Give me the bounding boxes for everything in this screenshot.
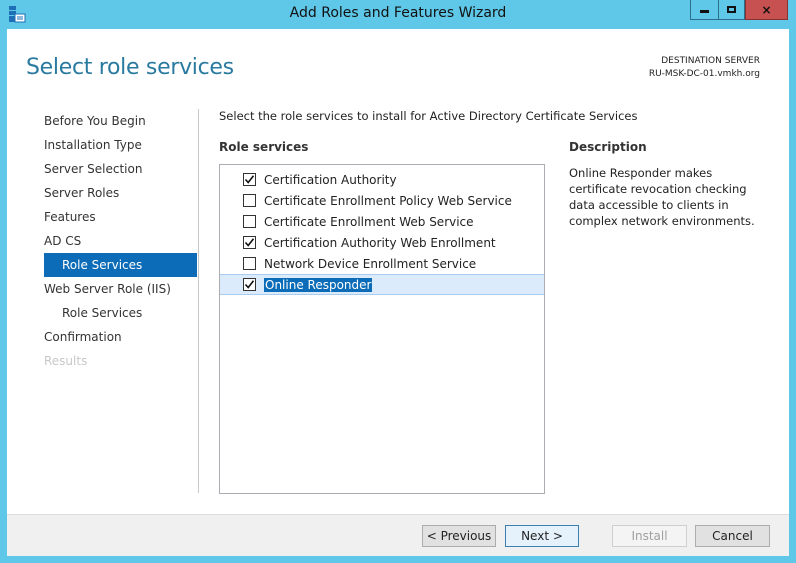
- minimize-icon: [700, 10, 709, 13]
- install-button[interactable]: Install: [612, 525, 687, 547]
- nav-item-before-you-begin[interactable]: Before You Begin: [44, 109, 197, 133]
- nav-item-ad-cs[interactable]: AD CS: [44, 229, 197, 253]
- nav-divider: [198, 109, 199, 493]
- role-services-heading: Role services: [219, 140, 309, 154]
- maximize-icon: [727, 6, 736, 13]
- nav-item-features[interactable]: Features: [44, 205, 197, 229]
- minimize-button[interactable]: [690, 0, 719, 20]
- nav-item-installation-type[interactable]: Installation Type: [44, 133, 197, 157]
- maximize-button[interactable]: [718, 0, 745, 20]
- nav-item-role-services[interactable]: Role Services: [44, 253, 197, 277]
- checkmark-icon: [244, 238, 255, 247]
- role-service-row[interactable]: Certification Authority Web Enrollment: [220, 232, 544, 253]
- role-service-label: Network Device Enrollment Service: [264, 256, 477, 271]
- role-service-row[interactable]: Certificate Enrollment Web Service: [220, 211, 544, 232]
- previous-button[interactable]: < Previous: [422, 525, 496, 547]
- role-service-row[interactable]: Network Device Enrollment Service: [220, 253, 544, 274]
- cancel-button[interactable]: Cancel: [695, 525, 770, 547]
- description-heading: Description: [569, 140, 647, 154]
- nav-item-web-server-role-iis[interactable]: Web Server Role (IIS): [44, 277, 197, 301]
- description-text: Online Responder makes certificate revoc…: [569, 166, 755, 228]
- wizard-footer: < Previous Next > Install Cancel: [7, 514, 789, 556]
- nav-item-confirmation[interactable]: Confirmation: [44, 325, 197, 349]
- checkbox-checked[interactable]: [243, 278, 256, 291]
- checkbox-unchecked[interactable]: [243, 257, 256, 270]
- window-title: Add Roles and Features Wizard: [289, 5, 507, 21]
- role-service-label: Online Responder: [264, 277, 373, 292]
- checkmark-icon: [244, 175, 255, 184]
- role-service-row[interactable]: Certification Authority: [220, 169, 544, 190]
- title-bar: Add Roles and Features Wizard ×: [0, 0, 796, 29]
- nav-item-server-roles[interactable]: Server Roles: [44, 181, 197, 205]
- page-title: Select role services: [26, 55, 234, 80]
- destination-server-name: RU-MSK-DC-01.vmkh.org: [648, 69, 760, 79]
- role-service-label: Certificate Enrollment Policy Web Servic…: [264, 193, 512, 208]
- wizard-nav: Before You Begin Installation Type Server …: [44, 109, 197, 373]
- next-button[interactable]: Next >: [505, 525, 579, 547]
- wizard-client-area: Select role services DESTINATION SERVER …: [7, 29, 789, 556]
- nav-item-role-services[interactable]: Role Services: [44, 301, 197, 325]
- checkmark-icon: [244, 280, 255, 289]
- nav-item-results: Results: [44, 354, 88, 368]
- role-services-list[interactable]: Certification Authority Certificate Enrol…: [219, 164, 545, 494]
- nav-item-server-selection[interactable]: Server Selection: [44, 157, 197, 181]
- role-service-row[interactable]: Certificate Enrollment Policy Web Servic…: [220, 190, 544, 211]
- intro-text: Select the role services to install for …: [219, 109, 638, 123]
- role-service-row[interactable]: Online Responder: [220, 274, 544, 295]
- checkbox-unchecked[interactable]: [243, 215, 256, 228]
- destination-server-info: DESTINATION SERVER RU-MSK-DC-01.vmkh.org: [649, 55, 760, 81]
- checkbox-unchecked[interactable]: [243, 194, 256, 207]
- checkbox-checked[interactable]: [243, 173, 256, 186]
- role-service-label: Certificate Enrollment Web Service: [264, 214, 474, 229]
- role-service-label: Certification Authority Web Enrollment: [264, 235, 496, 250]
- close-button[interactable]: ×: [745, 0, 788, 20]
- checkbox-checked[interactable]: [243, 236, 256, 249]
- close-icon: ×: [761, 2, 772, 17]
- role-service-label: Certification Authority: [264, 172, 397, 187]
- destination-server-label: DESTINATION SERVER: [661, 56, 760, 66]
